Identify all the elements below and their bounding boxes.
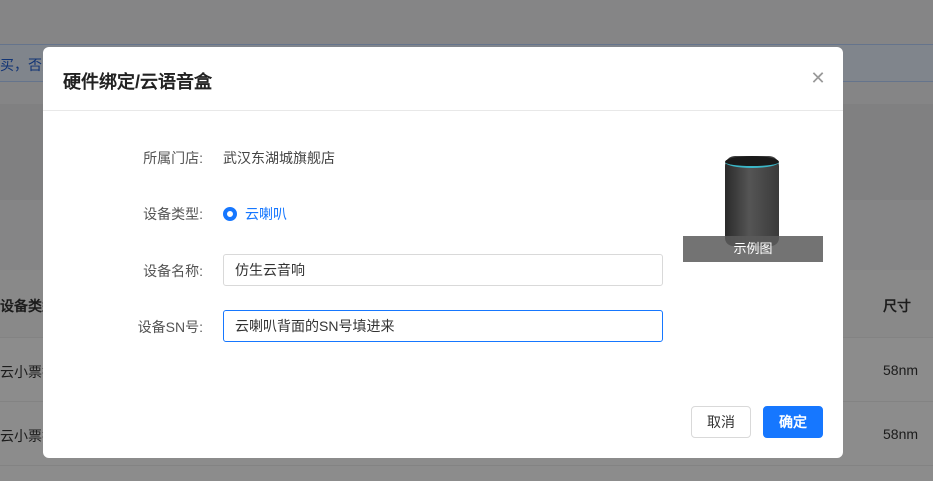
dialog-header: 硬件绑定/云语音盒 ✕	[43, 47, 843, 111]
close-icon[interactable]: ✕	[809, 69, 827, 87]
device-sn-input[interactable]: 云喇叭背面的SN号填进来	[223, 310, 663, 342]
dialog-title: 硬件绑定/云语音盒	[63, 72, 213, 92]
device-sn-label: 设备SN号:	[137, 319, 203, 335]
device-type-label: 设备类型:	[143, 206, 203, 222]
example-image: 示例图	[683, 148, 823, 263]
device-name-input[interactable]: 仿生云音响	[223, 254, 663, 286]
bind-hardware-dialog: 硬件绑定/云语音盒 ✕ 所属门店: 武汉东湖城旗舰店 设备类型: 云喇叭 设备名…	[43, 47, 843, 458]
device-name-label: 设备名称:	[143, 263, 203, 279]
device-type-radio[interactable]: 云喇叭	[223, 204, 287, 224]
speaker-image	[725, 156, 779, 246]
store-label: 所属门店:	[143, 150, 203, 166]
confirm-button[interactable]: 确定	[763, 406, 823, 438]
device-type-option[interactable]: 云喇叭	[245, 204, 287, 224]
radio-checked-icon[interactable]	[223, 207, 237, 221]
form-row-device-sn: 设备SN号: 云喇叭背面的SN号填进来	[43, 310, 843, 342]
example-caption: 示例图	[683, 236, 823, 262]
store-value: 武汉东湖城旗舰店	[223, 150, 335, 166]
cancel-button[interactable]: 取消	[691, 406, 751, 438]
speaker-top	[725, 156, 779, 168]
